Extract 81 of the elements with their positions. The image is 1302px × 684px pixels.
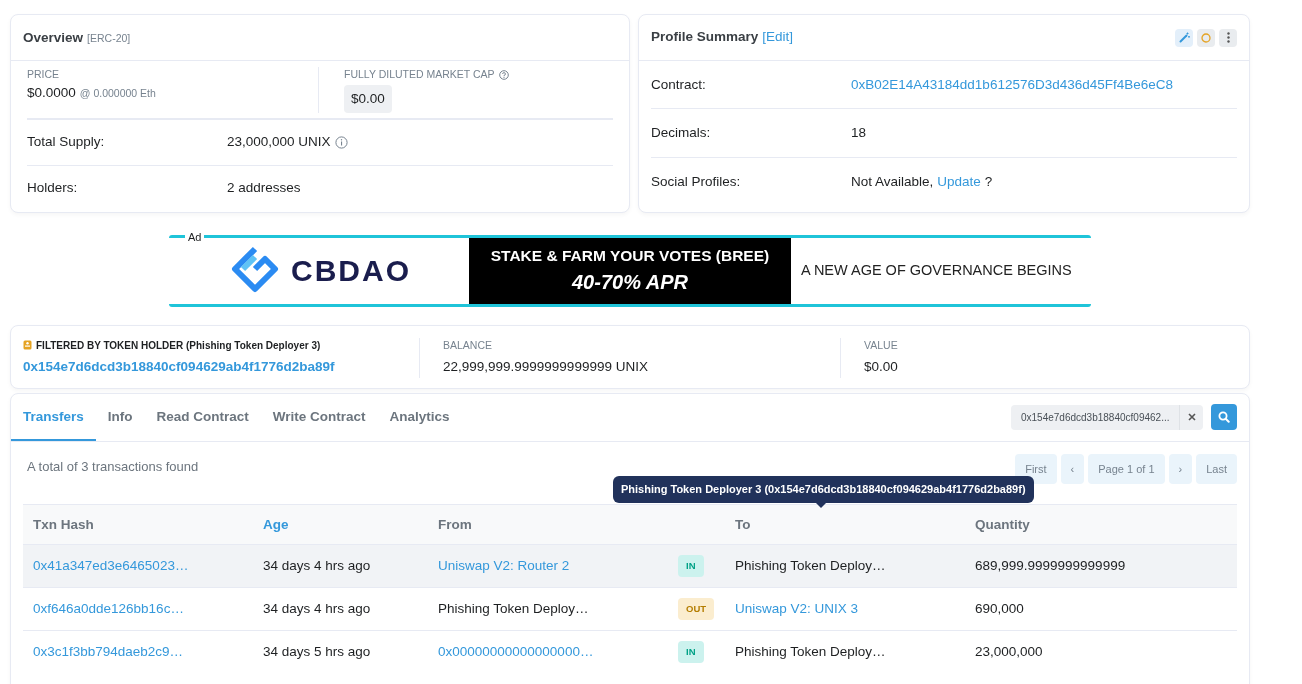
pagination-button[interactable]: Last (1196, 453, 1237, 485)
ad-tagline: A NEW AGE OF GOVERNANCE BEGINS (801, 260, 1072, 280)
clear-button[interactable] (1179, 404, 1203, 430)
card-title: Profile Summary (651, 28, 759, 47)
address-link[interactable]: 0x00000000000000000… (438, 644, 594, 660)
tooltip-arrow (816, 502, 826, 508)
holder-address-link[interactable]: 0x154e7d6dcd3b18840cf094629ab4f1776d2ba89f (23, 356, 335, 377)
token-standard: [ERC-20] (87, 31, 131, 46)
row-label: Total Supply: (27, 133, 106, 151)
brand-name: CBDAO (291, 253, 411, 289)
column-header: From (438, 516, 472, 532)
tab[interactable]: Analytics (377, 393, 462, 441)
row-value: 2 addresses (227, 179, 301, 198)
pagination-button[interactable]: › (1168, 453, 1193, 485)
balance-value: 22,999,999.9999999999999 UNIX (443, 358, 649, 377)
row-label: Contract: (651, 76, 707, 94)
pagination-button[interactable]: Page 1 of 1 (1088, 453, 1165, 485)
row-value: 18 (851, 124, 867, 143)
table-cell-text: 23,000,000 (975, 643, 1044, 662)
market-cap-value: $0.00 (344, 84, 392, 113)
ad-offer: 40-70% APR (572, 270, 688, 296)
contract-link[interactable]: 0xB02E14A43184dd1b612576D3d436d45Ff4Be6eC8 (851, 75, 1174, 96)
direction-badge: OUT (678, 598, 715, 621)
table-cell-text: 34 days 4 hrs ago (263, 557, 372, 576)
direction-badge: IN (678, 641, 704, 664)
table-cell-text: 34 days 5 hrs ago (263, 643, 372, 662)
search-icon (1218, 411, 1230, 424)
tab[interactable]: Transfers (11, 393, 96, 441)
card-title: Overview (23, 29, 84, 47)
help-icon (498, 69, 509, 80)
table-cell-text: 689,999.9999999999999 (975, 557, 1127, 576)
status-button[interactable] (1197, 28, 1215, 47)
filter-title: FILTERED BY TOKEN HOLDER (Phishing Token Deployer 3) (36, 338, 321, 353)
transactions-summary: A total of 3 transactions found (27, 457, 199, 476)
column-header: Quantity (975, 516, 1030, 532)
address-link[interactable]: Uniswap V2: UNIX 3 (735, 601, 859, 617)
ad-headline: STAKE & FARM YOUR VOTES (BREE) (490, 245, 770, 266)
column-header: To (735, 516, 751, 532)
price-label: PRICE (27, 67, 61, 82)
help-mark: ? (984, 172, 993, 191)
value-label: VALUE (864, 337, 898, 353)
more-button[interactable] (1219, 28, 1237, 47)
txn-hash-link[interactable]: 0xf646a0dde126bb16c… (33, 601, 184, 617)
address-link[interactable]: Uniswap V2: Router 2 (438, 558, 570, 574)
direction-badge: IN (678, 555, 704, 578)
row-label: Holders: (27, 179, 79, 198)
search-button[interactable] (1211, 404, 1237, 431)
row-label: Social Profiles: (651, 172, 742, 191)
row-value: Not Available, (851, 172, 934, 191)
column-header: Txn Hash (33, 516, 94, 532)
search-field[interactable]: 0x154e7d6dcd3b18840cf09462... (1011, 404, 1179, 430)
update-link[interactable]: Update (937, 171, 981, 192)
more-icon (1226, 32, 1230, 43)
table-cell-text: 690,000 (975, 600, 1025, 619)
txn-hash-link[interactable]: 0x41a347ed3e6465023… (33, 558, 189, 574)
tab[interactable]: Write Contract (260, 393, 378, 441)
close-icon (1187, 413, 1196, 422)
column-header[interactable]: Age (263, 516, 289, 532)
holding-value: $0.00 (864, 358, 898, 377)
table-row[interactable]: 0x3c1f3bb794daeb2c9… 34 days 5 hrs ago 0x00000000000000000… IN Phishing Token Deploy… 23,000,000 (23, 630, 1237, 674)
wand-icon (1178, 32, 1190, 43)
txn-hash-link[interactable]: 0x3c1f3bb794daeb2c9… (33, 644, 184, 660)
circle-icon (1201, 32, 1211, 43)
table-cell-text: 34 days 4 hrs ago (263, 600, 372, 619)
pagination-button[interactable]: ‹ (1060, 453, 1085, 485)
market-cap-label: FULLY DILUTED MARKET CAP (344, 67, 495, 82)
table-cell: Phishing Token Deploy… (735, 558, 886, 574)
price-value: $0.0000 (27, 83, 76, 102)
tab[interactable]: Info (95, 393, 145, 441)
price-eth: @ 0.000000 Eth (79, 85, 156, 101)
holder-icon (23, 340, 32, 350)
wand-button[interactable] (1175, 28, 1193, 47)
row-value: 23,000,000 UNIX (227, 133, 331, 151)
table-cell: Phishing Token Deploy… (438, 601, 589, 617)
table-row[interactable]: 0x41a347ed3e6465023… 34 days 4 hrs ago Uniswap V2: Router 2 IN Phishing Token Deploy… 689,999.9999999999999 (23, 544, 1237, 588)
table-row[interactable]: 0xf646a0dde126bb16c… 34 days 4 hrs ago Phishing Token Deploy… OUT Uniswap V2: UNIX 3 690,000 (23, 587, 1237, 631)
tab[interactable]: Read Contract (144, 393, 261, 441)
edit-link[interactable]: [Edit] (762, 27, 794, 48)
table-cell: Phishing Token Deploy… (735, 644, 886, 660)
row-label: Decimals: (651, 124, 712, 143)
balance-label: BALANCE (443, 337, 494, 353)
